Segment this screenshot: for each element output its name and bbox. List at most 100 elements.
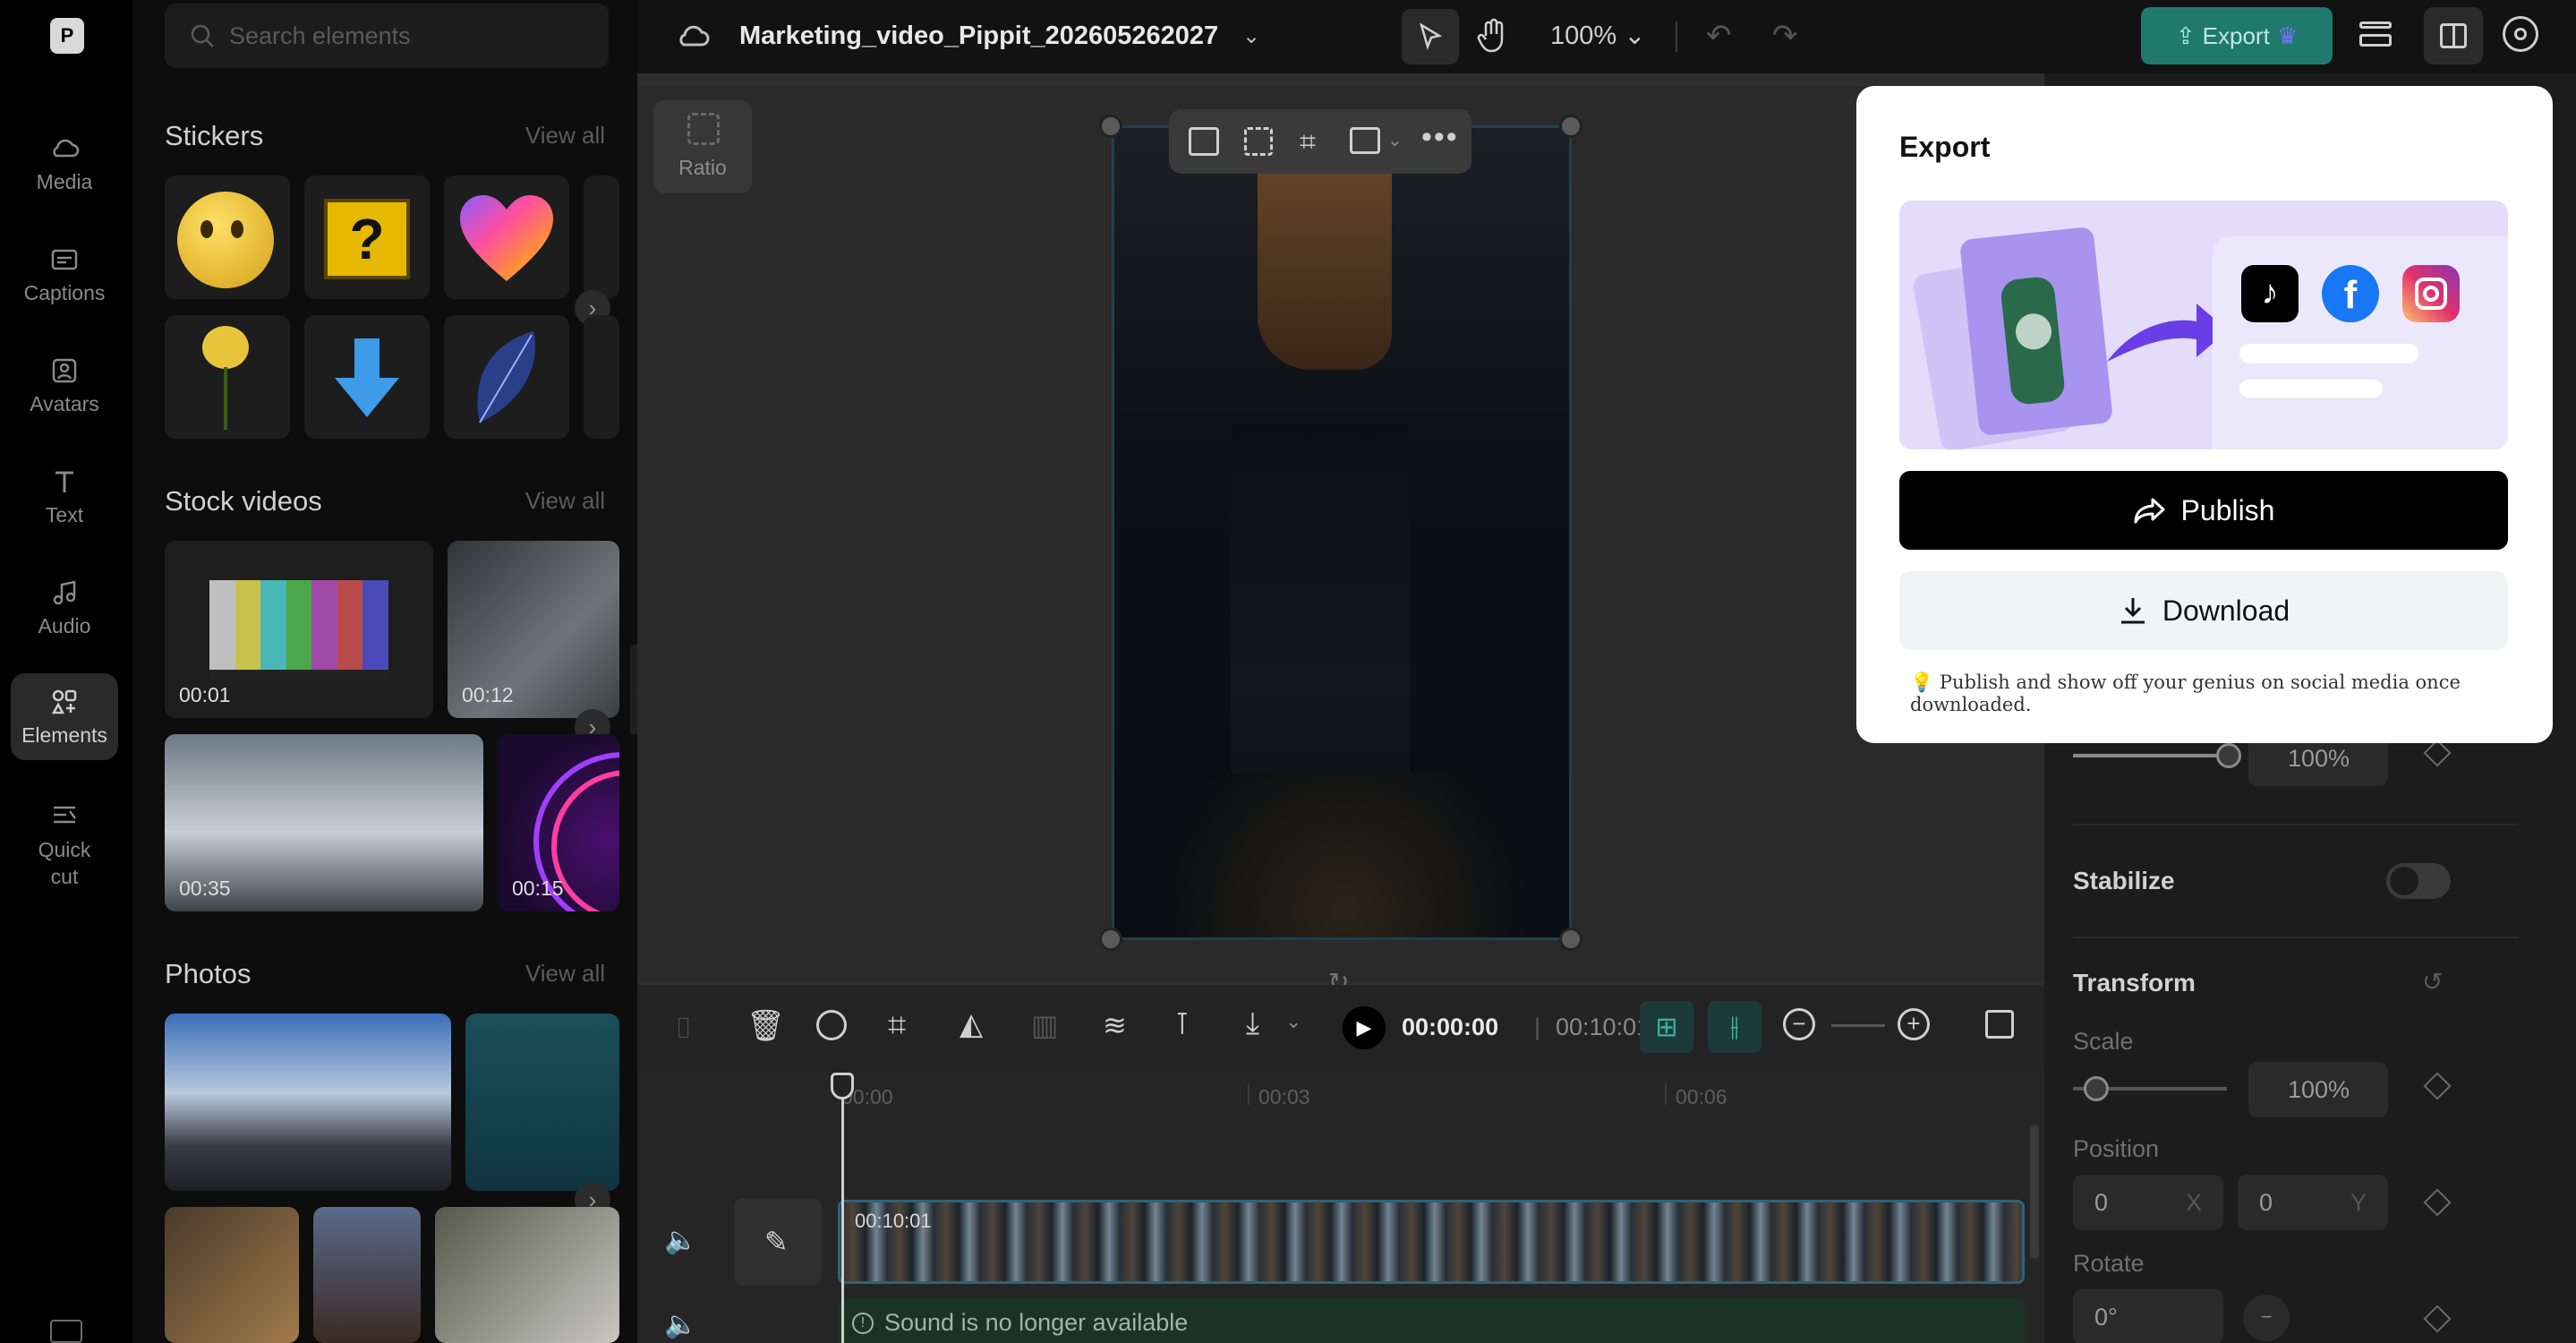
stock-video-color-bars[interactable]: 00:01 xyxy=(165,541,433,718)
position-y-field[interactable]: 0 Y xyxy=(2238,1175,2388,1230)
zoom-select[interactable]: 100% ⌄ xyxy=(1550,20,1646,51)
zoom-out-icon[interactable]: − xyxy=(1783,1008,1815,1040)
freeze-icon[interactable]: ▥ xyxy=(1031,1008,1058,1042)
keyboard-icon[interactable] xyxy=(50,1320,82,1343)
project-title[interactable]: Marketing_video_Pippit_202605262027 xyxy=(739,21,1218,51)
download-chevron-down-icon[interactable]: ⌄ xyxy=(1285,1010,1301,1033)
zoom-slider[interactable] xyxy=(1831,1024,1885,1027)
layout-icon[interactable] xyxy=(1350,127,1380,154)
photo-white-dog[interactable] xyxy=(435,1207,619,1343)
rail-item-media[interactable]: Media xyxy=(11,133,118,194)
stock-videos-view-all-link[interactable]: View all xyxy=(525,487,605,515)
sticker-smiley-thumbs[interactable] xyxy=(165,175,290,299)
mirror-icon[interactable]: ◭ xyxy=(960,1006,983,1042)
rail-item-avatars[interactable]: Avatars xyxy=(11,355,118,416)
layers-icon[interactable] xyxy=(2358,16,2393,52)
video-preview[interactable] xyxy=(1112,125,1572,940)
remove-background-icon[interactable] xyxy=(1244,127,1273,156)
hand-tool-icon[interactable] xyxy=(1477,18,1509,54)
redo-icon[interactable]: ↷ xyxy=(1772,18,1798,54)
sticker-blue-leaf[interactable] xyxy=(444,315,569,439)
stickers-view-all-link[interactable]: View all xyxy=(525,122,605,150)
rotate-dial-icon[interactable]: − xyxy=(2243,1295,2290,1341)
adjust-icon[interactable]: ≋ xyxy=(1103,1008,1127,1042)
opacity-slider-track[interactable] xyxy=(2073,754,2227,757)
layout-chevron-down-icon[interactable]: ⌄ xyxy=(1387,129,1403,151)
undo-icon[interactable]: ↶ xyxy=(1706,18,1732,54)
video-clip[interactable]: 00:10:01 xyxy=(838,1200,2025,1284)
rail-item-elements[interactable]: Elements xyxy=(11,673,118,760)
play-button[interactable]: ▶ xyxy=(1343,1006,1386,1049)
object-toolbar: ⌗ ⌄ ••• xyxy=(1169,109,1471,174)
link-clips-icon[interactable]: ⫲ xyxy=(1708,1001,1761,1053)
magnet-snap-icon[interactable]: ⊞ xyxy=(1640,1001,1693,1053)
edit-cover-button[interactable]: ✎ xyxy=(734,1198,822,1286)
elements-panel: Search elements Stickers View all ? › St… xyxy=(132,0,637,1343)
split-icon[interactable]: ⌷ xyxy=(675,1012,692,1046)
resize-handle-top-right[interactable] xyxy=(1559,115,1582,138)
settings-gear-icon[interactable] xyxy=(2503,16,2538,52)
playhead-handle[interactable] xyxy=(831,1073,854,1099)
publish-button[interactable]: Publish xyxy=(1899,471,2508,550)
download-button[interactable]: Download xyxy=(1899,571,2508,650)
opacity-keyframe-icon[interactable] xyxy=(2423,739,2452,767)
delete-trash-icon[interactable]: 🗑 xyxy=(746,1008,785,1044)
select-tool-button[interactable] xyxy=(1402,9,1459,64)
sticker-partial[interactable] xyxy=(584,175,619,299)
stock-video-neon-rings[interactable]: 00:15 xyxy=(498,734,619,911)
rail-label: Text xyxy=(45,503,84,526)
photo-sandwich[interactable] xyxy=(165,1207,299,1343)
rail-label: Avatars xyxy=(30,392,99,415)
scale-field[interactable]: 100% xyxy=(2248,1062,2388,1117)
timeline-scrollbar[interactable] xyxy=(2030,1125,2039,1259)
sticker-rainbow-heart[interactable] xyxy=(444,175,569,299)
position-x-field[interactable]: 0 X xyxy=(2073,1175,2223,1230)
crop-clip-icon[interactable]: ⌗ xyxy=(888,1006,906,1045)
crop-icon[interactable]: ⌗ xyxy=(1300,125,1316,159)
app-logo[interactable]: P xyxy=(50,18,84,54)
scale-label: Scale xyxy=(2073,1028,2134,1055)
resize-handle-bottom-right[interactable] xyxy=(1559,928,1582,951)
rail-item-audio[interactable]: Audio xyxy=(11,577,118,638)
extend-icon[interactable]: ⊺ xyxy=(1174,1006,1190,1042)
photo-street[interactable] xyxy=(313,1207,421,1343)
stock-video-otter[interactable]: 00:12 xyxy=(448,541,619,718)
search-input[interactable]: Search elements xyxy=(165,4,609,68)
sticker-down-arrow[interactable] xyxy=(304,315,430,439)
opacity-slider-thumb[interactable] xyxy=(2216,743,2241,768)
photo-boat-sea[interactable] xyxy=(465,1014,619,1191)
stock-video-mountain-hiker[interactable]: 00:35 xyxy=(165,734,483,911)
rail-item-captions[interactable]: Captions xyxy=(11,244,118,305)
stabilize-toggle[interactable] xyxy=(2386,863,2451,899)
rail-item-quick-cut[interactable]: Quick cut xyxy=(11,799,118,890)
more-options-icon[interactable]: ••• xyxy=(1421,120,1459,155)
speed-icon[interactable] xyxy=(816,1010,847,1040)
export-button[interactable]: ⇪ Export ♛ xyxy=(2141,7,2333,64)
cloud-save-icon[interactable] xyxy=(675,20,711,52)
zoom-in-icon[interactable]: + xyxy=(1898,1008,1930,1040)
ruler-label: 00:03 xyxy=(1258,1085,1310,1108)
replace-image-icon[interactable] xyxy=(1189,127,1219,156)
reset-icon[interactable]: ↺ xyxy=(2422,967,2443,997)
title-chevron-down-icon[interactable]: ⌄ xyxy=(1242,23,1260,49)
panel-layout-button[interactable] xyxy=(2424,7,2483,64)
position-keyframe-icon[interactable] xyxy=(2423,1188,2452,1217)
audio-track-volume-icon[interactable]: 🔈 xyxy=(664,1309,697,1340)
photos-view-all-link[interactable]: View all xyxy=(525,960,605,988)
sticker-question-block[interactable]: ? xyxy=(304,175,430,299)
rotate-keyframe-icon[interactable] xyxy=(2423,1305,2452,1333)
rotate-field[interactable]: 0° xyxy=(2073,1289,2223,1343)
fullscreen-icon[interactable] xyxy=(1985,1010,2014,1039)
video-track-volume-icon[interactable]: 🔈 xyxy=(664,1225,697,1256)
resize-handle-bottom-left[interactable] xyxy=(1099,928,1122,951)
scale-slider-thumb[interactable] xyxy=(2084,1076,2109,1101)
sticker-yellow-rose[interactable] xyxy=(165,315,290,439)
rail-item-text[interactable]: Text xyxy=(11,466,118,527)
resize-handle-top-left[interactable] xyxy=(1099,115,1122,138)
audio-clip[interactable]: ! Sound is no longer available xyxy=(838,1298,2025,1343)
download-clip-icon[interactable]: ⤓ xyxy=(1246,1006,1259,1041)
ratio-button[interactable]: Ratio xyxy=(653,100,752,193)
photo-city-sunset[interactable] xyxy=(165,1014,451,1191)
scale-keyframe-icon[interactable] xyxy=(2423,1072,2452,1100)
sticker-partial[interactable] xyxy=(584,315,619,439)
